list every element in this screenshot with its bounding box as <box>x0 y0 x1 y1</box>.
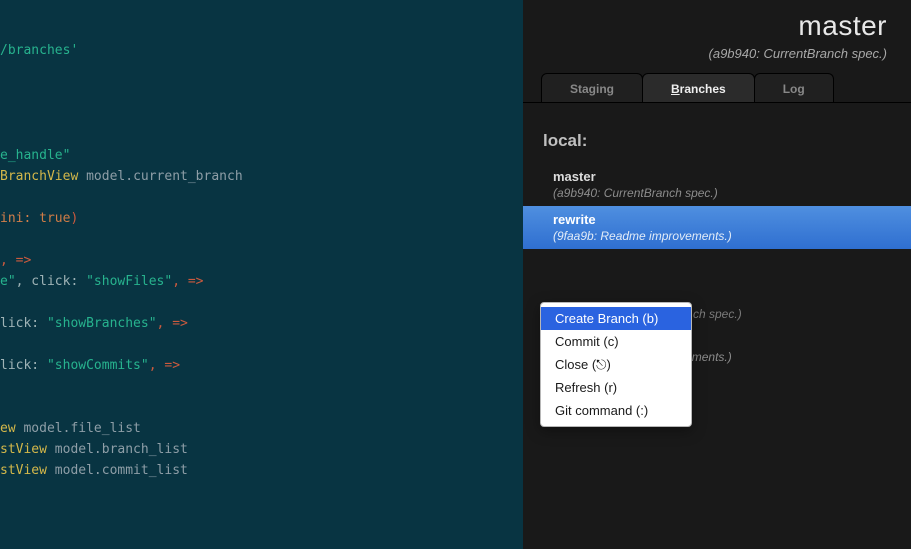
branch-name: master <box>553 169 891 184</box>
current-branch-title: master <box>547 10 887 42</box>
tab-log[interactable]: Log <box>754 73 834 102</box>
tab-branches[interactable]: Branches <box>642 73 755 102</box>
menu-item-git-command[interactable]: Git command (:) <box>541 399 691 422</box>
branch-meta-peek: ch spec.) <box>693 307 742 321</box>
menu-item-refresh[interactable]: Refresh (r) <box>541 376 691 399</box>
tab-label: Branches <box>671 82 726 96</box>
tab-label: Log <box>783 82 805 96</box>
context-menu: Create Branch (b) Commit (c) Close (⎋) R… <box>540 302 692 427</box>
branch-item-master[interactable]: master (a9b940: CurrentBranch spec.) <box>523 163 911 206</box>
branch-item-rewrite[interactable]: rewrite (9faa9b: Readme improvements.) <box>523 206 911 249</box>
branch-meta: (a9b940: CurrentBranch spec.) <box>553 186 891 200</box>
code-editor[interactable]: /branches' e_handle" BranchView model.cu… <box>0 0 523 549</box>
tab-label: Staging <box>570 82 614 96</box>
branch-name: rewrite <box>553 212 891 227</box>
branch-meta: (9faa9b: Readme improvements.) <box>553 229 891 243</box>
section-local-heading: local: <box>523 103 911 163</box>
menu-item-commit[interactable]: Commit (c) <box>541 330 691 353</box>
tab-bar: Staging Branches Log <box>523 69 911 103</box>
tab-staging[interactable]: Staging <box>541 73 643 102</box>
menu-item-create-branch[interactable]: Create Branch (b) <box>541 307 691 330</box>
current-branch-subtitle: (a9b940: CurrentBranch spec.) <box>547 46 887 61</box>
panel-header: master (a9b940: CurrentBranch spec.) <box>523 0 911 69</box>
code-block: /branches' e_handle" BranchView model.cu… <box>0 40 243 481</box>
menu-item-close[interactable]: Close (⎋) <box>541 353 691 376</box>
branch-item-obscured-1[interactable] <box>523 249 911 288</box>
git-panel: master (a9b940: CurrentBranch spec.) Sta… <box>523 0 911 549</box>
